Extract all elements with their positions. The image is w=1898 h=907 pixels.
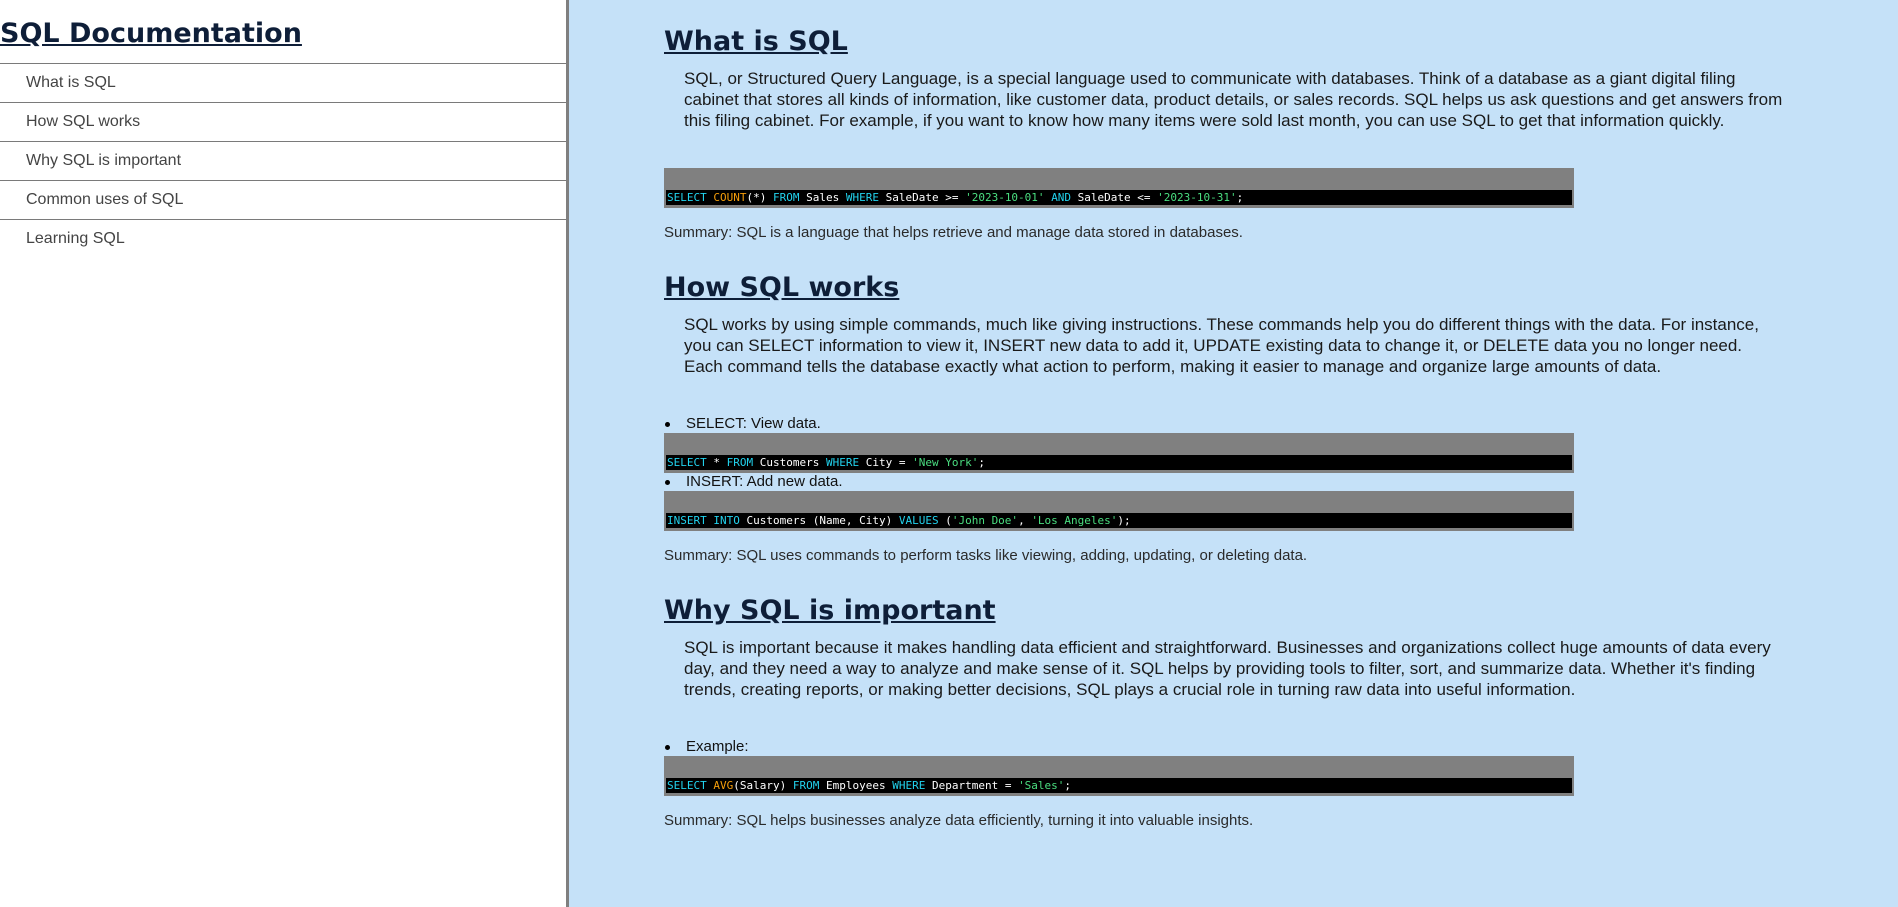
section-summary: Summary: SQL uses commands to perform ta… — [664, 547, 1308, 564]
list-item: SELECT: View data. — [664, 415, 1804, 433]
sidebar-item-how-sql-works[interactable]: How SQL works — [0, 103, 566, 142]
code-text: ( — [938, 514, 952, 527]
code-keyword: VALUES — [898, 514, 939, 527]
code-text: SaleDate >= — [878, 191, 966, 204]
code-keyword: WHERE — [825, 456, 860, 469]
code-string: 'John Doe' — [951, 514, 1019, 527]
code-line: INSERT INTO Customers (Name, City) VALUE… — [666, 513, 1572, 528]
code-text: (*) — [746, 191, 773, 204]
sidebar-nav: What is SQL How SQL works Why SQL is imp… — [0, 63, 566, 258]
section-how-sql-works: How SQL works SQL works by using simple … — [664, 272, 1804, 565]
code-text: ; — [1064, 779, 1072, 792]
code-keyword: FROM — [726, 456, 754, 469]
code-keyword: FROM — [773, 191, 800, 204]
section-summary: Summary: SQL is a language that helps re… — [664, 224, 1243, 241]
code-string: '2023-10-31' — [1157, 191, 1237, 204]
section-title: How SQL works — [664, 272, 900, 303]
code-text: ; — [978, 456, 985, 469]
code-line: SELECT COUNT(*) FROM Sales WHERE SaleDat… — [666, 190, 1572, 205]
sidebar-item-common-uses-of-sql[interactable]: Common uses of SQL — [0, 181, 566, 220]
section-description: SQL, or Structured Query Language, is a … — [684, 69, 1783, 130]
code-block[interactable]: SELECT COUNT(*) FROM Sales WHERE SaleDat… — [664, 168, 1574, 208]
code-string: 'New York' — [912, 456, 979, 469]
sidebar-item-what-is-sql[interactable]: What is SQL — [0, 64, 566, 103]
list-item: Example: — [664, 738, 1804, 756]
code-text: Customers — [753, 456, 826, 469]
code-text: Employees — [819, 779, 893, 792]
code-keyword: FROM — [792, 779, 820, 792]
code-keyword: WHERE — [845, 191, 879, 204]
code-text: Customers (Name, City) — [739, 514, 899, 527]
code-keyword: SELECT — [667, 456, 707, 469]
code-text: Sales — [799, 191, 846, 204]
section-title: What is SQL — [664, 26, 848, 57]
code-text: City = — [859, 456, 913, 469]
sidebar-title: SQL Documentation — [0, 18, 302, 49]
content-column: What is SQL SQL, or Structured Query Lan… — [664, 0, 1804, 830]
code-keyword: AND — [1051, 191, 1072, 204]
code-text: (Salary) — [733, 779, 793, 792]
code-block[interactable]: SELECT AVG(Salary) FROM Employees WHERE … — [664, 756, 1574, 796]
code-keyword: INTO — [713, 514, 740, 527]
section-what-is-sql: What is SQL SQL, or Structured Query Lan… — [664, 26, 1804, 242]
code-text: SaleDate <= — [1071, 191, 1158, 204]
code-keyword: INSERT — [667, 514, 707, 527]
section-description: SQL is important because it makes handli… — [684, 638, 1771, 699]
list-item: INSERT: Add new data. — [664, 473, 1804, 491]
code-text: * — [706, 456, 727, 469]
sidebar-item-why-sql-is-important[interactable]: Why SQL is important — [0, 142, 566, 181]
code-text: Department = — [925, 779, 1019, 792]
section-summary: Summary: SQL helps businesses analyze da… — [664, 812, 1254, 829]
section-title: Why SQL is important — [664, 595, 996, 626]
code-keyword: WHERE — [892, 779, 926, 792]
code-block[interactable]: INSERT INTO Customers (Name, City) VALUE… — [664, 491, 1574, 531]
code-function: COUNT — [713, 191, 747, 204]
code-string: 'Los Angeles' — [1031, 514, 1118, 527]
code-keyword: SELECT — [667, 191, 707, 204]
code-line: SELECT AVG(Salary) FROM Employees WHERE … — [666, 778, 1572, 793]
code-string: '2023-10-01' — [965, 191, 1045, 204]
code-keyword: SELECT — [667, 779, 707, 792]
section-description: SQL works by using simple commands, much… — [684, 315, 1759, 376]
sidebar: SQL Documentation What is SQL How SQL wo… — [0, 0, 569, 907]
code-function: AVG — [713, 779, 734, 792]
code-text: ; — [1236, 191, 1244, 204]
code-text: , — [1018, 514, 1032, 527]
main-content[interactable]: What is SQL SQL, or Structured Query Lan… — [569, 0, 1898, 907]
code-string: 'Sales' — [1018, 779, 1065, 792]
section-why-sql-is-important: Why SQL is important SQL is important be… — [664, 595, 1804, 830]
code-block[interactable]: SELECT * FROM Customers WHERE City = 'Ne… — [664, 433, 1574, 473]
code-line: SELECT * FROM Customers WHERE City = 'Ne… — [666, 455, 1572, 470]
code-text: ); — [1117, 514, 1131, 527]
sidebar-item-learning-sql[interactable]: Learning SQL — [0, 220, 566, 258]
